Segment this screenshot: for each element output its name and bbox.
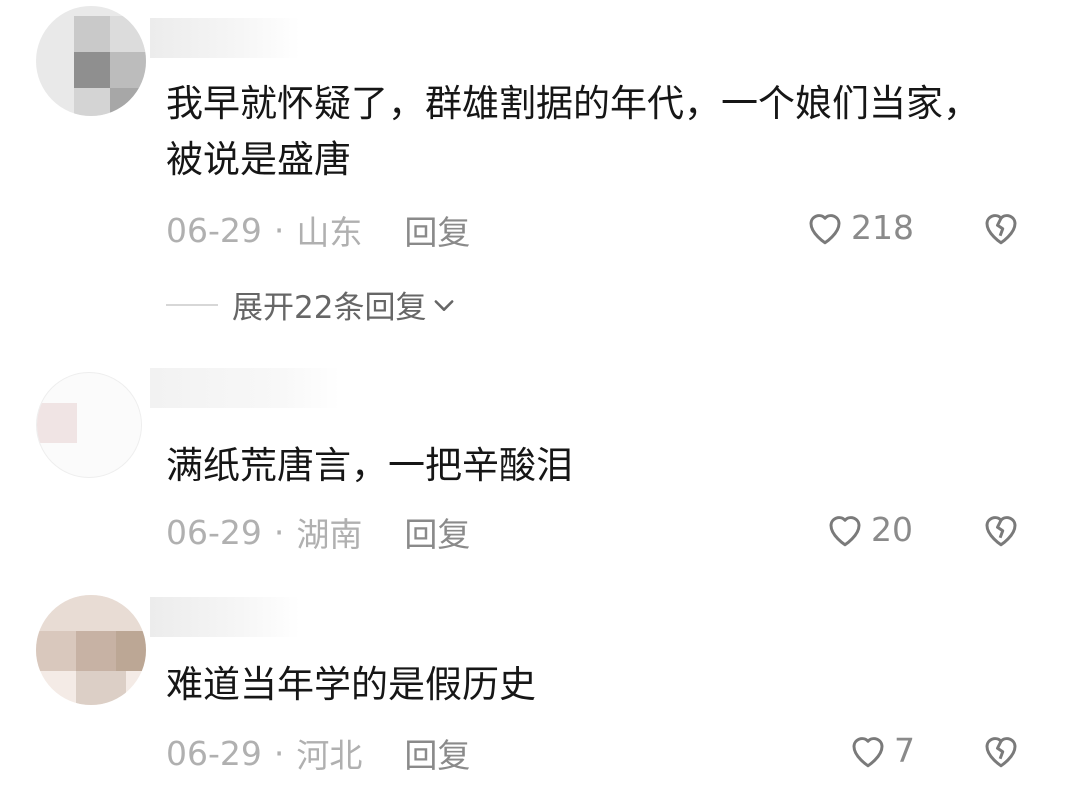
comment-meta: 06-29 · 河北 回复: [166, 729, 470, 777]
comment-meta: 06-29 · 湖南 回复: [166, 508, 470, 556]
like-button[interactable]: 218: [803, 206, 914, 248]
avatar[interactable]: [36, 595, 146, 705]
avatar[interactable]: [36, 6, 146, 116]
like-count: 7: [894, 730, 915, 770]
avatar-mosaic: [116, 631, 146, 671]
broken-heart-icon: [985, 737, 1017, 768]
avatar-mosaic: [110, 52, 146, 88]
avatar-mosaic: [74, 16, 110, 52]
like-count: 218: [851, 207, 914, 247]
avatar-mosaic: [76, 671, 126, 705]
reply-button[interactable]: 回复: [404, 508, 470, 556]
avatar-mosaic: [36, 631, 76, 671]
dislike-button[interactable]: [978, 508, 1024, 554]
broken-heart-icon: [985, 516, 1017, 547]
meta-separator: ·: [273, 733, 285, 773]
chevron-down-icon: [435, 299, 454, 311]
divider-line: [166, 303, 218, 306]
heart-icon: [809, 214, 841, 245]
avatar-mosaic: [36, 595, 146, 631]
comment-meta: 06-29 · 山东 回复: [166, 206, 470, 254]
comment-location: 湖南: [296, 515, 363, 554]
avatar[interactable]: [36, 372, 142, 478]
comment-text: 满纸荒唐言，一把辛酸泪: [166, 444, 573, 487]
like-button[interactable]: 20: [823, 508, 913, 550]
username-blurred[interactable]: [150, 597, 300, 637]
comment-date: 06-29: [166, 733, 262, 773]
avatar-mosaic: [110, 88, 146, 116]
comment-date: 06-29: [166, 512, 262, 552]
expand-replies-label: 展开22条回复: [232, 290, 427, 326]
comment-location: 山东: [296, 213, 363, 252]
heart-icon: [829, 516, 861, 547]
broken-heart-icon: [985, 214, 1017, 245]
like-button[interactable]: 7: [846, 729, 915, 771]
expand-replies-button[interactable]: 展开22条回复: [232, 282, 458, 327]
comment-date: 06-29: [166, 210, 262, 250]
like-count: 20: [871, 509, 913, 549]
comment-text: 我早就怀疑了，群雄割据的年代，一个娘们当家，被说是盛唐: [166, 82, 980, 181]
dislike-button[interactable]: [978, 729, 1024, 775]
reply-button[interactable]: 回复: [404, 729, 470, 777]
avatar-mosaic: [37, 403, 77, 443]
comment-location: 河北: [296, 736, 363, 775]
username-blurred[interactable]: [150, 368, 340, 408]
heart-icon: [852, 737, 884, 768]
avatar-mosaic: [110, 16, 146, 52]
reply-button[interactable]: 回复: [404, 206, 470, 254]
meta-separator: ·: [273, 210, 285, 250]
avatar-mosaic: [74, 88, 110, 116]
avatar-mosaic: [74, 52, 110, 88]
avatar-mosaic: [76, 631, 116, 671]
meta-separator: ·: [273, 512, 285, 552]
expand-replies: 展开22条回复: [166, 282, 458, 327]
dislike-button[interactable]: [978, 206, 1024, 252]
username-blurred[interactable]: [150, 18, 300, 58]
comment-text: 难道当年学的是假历史: [166, 663, 536, 706]
